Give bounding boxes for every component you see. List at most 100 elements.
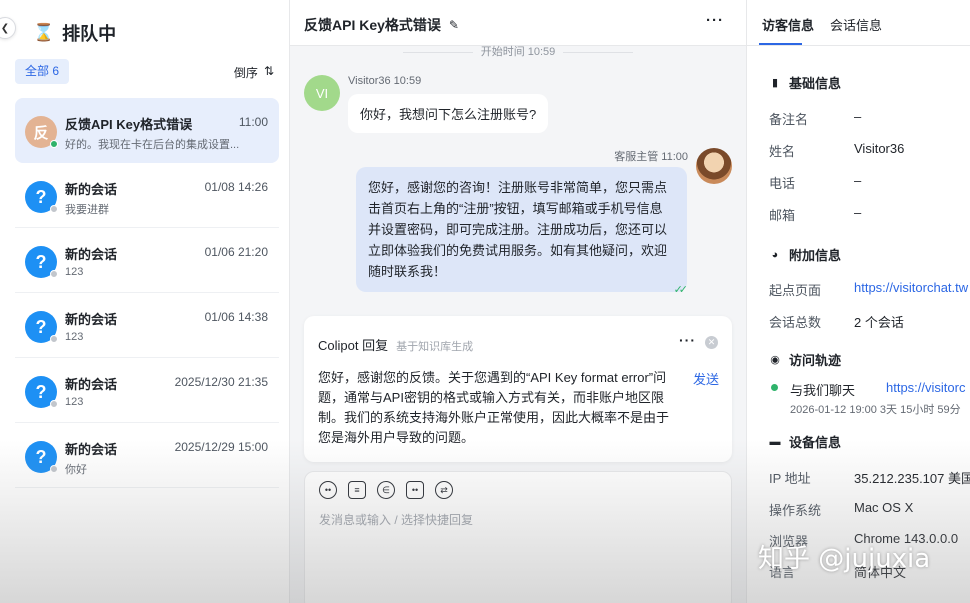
- watermark: 知乎 @jujuxia: [758, 544, 931, 574]
- read-receipt-icon: ✓✓: [673, 284, 689, 296]
- field-label: 备注名: [769, 112, 809, 127]
- conversation-item[interactable]: ? 新的会话 01/08 14:26 我要进群: [15, 163, 279, 228]
- offline-status-dot: [50, 465, 58, 473]
- conversation-time: 01/08 14:26: [204, 180, 268, 194]
- chat-title: 反馈API Key格式错误 ✎: [304, 17, 459, 33]
- sort-icon: ⇅: [263, 64, 274, 78]
- field-value[interactable]: –: [854, 205, 861, 220]
- conversation-name: 反馈API Key格式错误: [65, 117, 193, 132]
- landing-page-link[interactable]: https://visitorchat.tw: [854, 280, 968, 295]
- conversation-name: 新的会话: [65, 442, 118, 457]
- conversation-time: 01/06 14:38: [204, 310, 268, 324]
- agent-message-meta: 客服主管 11:00: [614, 151, 688, 163]
- info-tabs: 访客信息 会话信息: [747, 0, 970, 46]
- ai-reply-header: Colipot 回复 基于知识库生成: [318, 338, 474, 353]
- track-time: 2026-01-12 19:00 3天 15小时 59分: [790, 404, 961, 416]
- conversation-time: 2025/12/29 15:00: [174, 440, 268, 454]
- visitor-message-bubble: 你好，我想问下怎么注册账号?: [348, 94, 549, 133]
- conversation-item[interactable]: ? 新的会话 01/06 21:20 123: [15, 228, 279, 293]
- visitor-message-meta: Visitor36 10:59: [348, 75, 422, 87]
- field-value: 2 个会话: [854, 315, 904, 330]
- section-extra-info: ◕ 附加信息: [769, 245, 841, 264]
- active-tab-indicator: [759, 43, 802, 45]
- filter-all-button[interactable]: 全部 6: [15, 59, 70, 84]
- message-composer[interactable]: •• ≡ ∈ •• ⇄ 发消息或输入 / 选择快捷回复: [304, 471, 732, 603]
- offline-status-dot: [50, 270, 58, 278]
- more-options-icon[interactable]: ···: [706, 12, 724, 29]
- conversation-name: 新的会话: [65, 247, 118, 262]
- track-url-link[interactable]: https://visitorc: [886, 380, 965, 395]
- track-label: 与我们聊天: [790, 383, 856, 398]
- sort-button[interactable]: 倒序 ⇅: [234, 64, 274, 81]
- offline-status-dot: [50, 205, 58, 213]
- field-value[interactable]: Visitor36: [854, 141, 904, 156]
- attachment-icon[interactable]: ∈: [377, 481, 395, 499]
- collapse-sidebar-button[interactable]: ❮: [0, 17, 16, 39]
- conversation-time: 11:00: [238, 115, 268, 129]
- section-device-info: ▬ 设备信息: [769, 435, 842, 450]
- edit-icon[interactable]: ✎: [449, 18, 459, 32]
- conversation-item[interactable]: 反 反馈API Key格式错误 11:00 好的。我现在卡在后台的集成设置...: [15, 98, 279, 163]
- field-label: IP 地址: [769, 471, 811, 486]
- field-label: 起点页面: [769, 283, 822, 298]
- field-value: Mac OS X: [854, 500, 914, 515]
- pie-chart-icon: ◕: [771, 248, 779, 261]
- field-label: 姓名: [769, 144, 796, 159]
- field-value: 35.212.235.107 美国: [854, 471, 970, 486]
- ai-reply-suggestion-card: Colipot 回复 基于知识库生成 ··· ✕ 您好，感谢您的反馈。关于您遇到…: [304, 316, 732, 462]
- message-input[interactable]: 发消息或输入 / 选择快捷回复: [319, 511, 473, 528]
- conversation-preview: 123: [65, 331, 84, 343]
- agent-message-bubble: 您好，感谢您的咨询！注册账号非常简单，您只需点击首页右上角的“注册”按钮，填写邮…: [356, 167, 687, 292]
- more-options-icon[interactable]: ···: [679, 332, 696, 348]
- conversation-preview: 123: [65, 396, 84, 408]
- field-label: 会话总数: [769, 315, 822, 330]
- field-label: 邮箱: [769, 208, 796, 223]
- conversation-preview: 我要进群: [65, 204, 109, 216]
- queue-title: ⌛ 排队中: [33, 23, 117, 44]
- conversation-item[interactable]: ? 新的会话 2025/12/30 21:35 123: [15, 358, 279, 423]
- field-label: 操作系统: [769, 503, 822, 518]
- chevron-left-icon: ❮: [0, 22, 10, 34]
- tab-visitor-info[interactable]: 访客信息: [762, 15, 814, 34]
- device-icon: ▬: [769, 435, 781, 448]
- conversation-sidebar: ❮ ⌛ 排队中 全部 6 倒序 ⇅ 反 反馈API Key格式错误 11:00 …: [0, 0, 290, 603]
- composer-toolbar: •• ≡ ∈ •• ⇄: [319, 481, 453, 499]
- agent-avatar: [696, 148, 732, 184]
- section-basic-info: ▮ 基础信息: [769, 73, 841, 92]
- field-label: 电话: [769, 176, 796, 191]
- field-value[interactable]: –: [854, 109, 861, 124]
- conversation-time: 01/06 21:20: [204, 245, 268, 259]
- conversation-name: 新的会话: [65, 377, 118, 392]
- conversation-preview: 你好: [65, 464, 87, 476]
- visitor-avatar: VI: [304, 75, 340, 111]
- emoji-icon[interactable]: ••: [319, 481, 337, 499]
- tab-session-info[interactable]: 会话信息: [830, 15, 882, 34]
- session-start-divider: 开始时间 10:59: [290, 43, 746, 59]
- close-icon[interactable]: ✕: [705, 336, 718, 349]
- visitor-info-panel: 访客信息 会话信息 ▮ 基础信息 备注名 – 姓名 Visitor36 电话 –…: [746, 0, 970, 603]
- offline-status-dot: [50, 400, 58, 408]
- hourglass-icon: ⌛: [33, 23, 55, 42]
- send-suggestion-button[interactable]: 发送: [693, 369, 719, 388]
- bot-icon[interactable]: ••: [406, 481, 424, 499]
- chat-panel: 反馈API Key格式错误 ✎ ··· 开始时间 10:59 VI Visito…: [290, 0, 746, 603]
- offline-status-dot: [50, 335, 58, 343]
- conversation-name: 新的会话: [65, 182, 118, 197]
- track-status-dot: [771, 384, 778, 391]
- conversation-time: 2025/12/30 21:35: [174, 375, 268, 389]
- transfer-icon[interactable]: ⇄: [435, 481, 453, 499]
- conversation-item[interactable]: ? 新的会话 2025/12/29 15:00 你好: [15, 423, 279, 488]
- quick-reply-icon[interactable]: ≡: [348, 481, 366, 499]
- chat-header: 反馈API Key格式错误 ✎ ···: [290, 0, 746, 46]
- section-visit-track: ◉ 访问轨迹: [770, 353, 842, 368]
- location-pin-icon: ◉: [770, 354, 780, 366]
- ai-reply-text: 您好，感谢您的反馈。关于您遇到的“API Key format error”问题…: [318, 370, 670, 445]
- online-status-dot: [50, 140, 58, 148]
- conversation-preview: 123: [65, 266, 84, 278]
- conversation-item[interactable]: ? 新的会话 01/06 14:38 123: [15, 293, 279, 358]
- conversation-name: 新的会话: [65, 312, 118, 327]
- id-card-icon: ▮: [771, 77, 779, 89]
- conversation-preview: 好的。我现在卡在后台的集成设置...: [65, 139, 240, 151]
- field-value[interactable]: –: [854, 173, 861, 188]
- conversation-list: 反 反馈API Key格式错误 11:00 好的。我现在卡在后台的集成设置...…: [15, 98, 279, 488]
